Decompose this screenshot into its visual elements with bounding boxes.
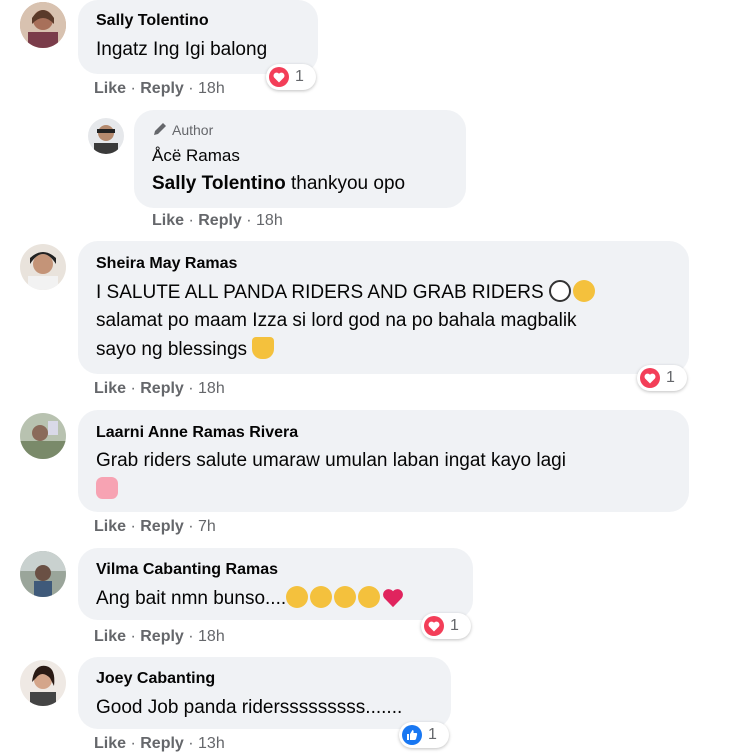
reply-button[interactable]: Reply [140, 518, 184, 535]
like-button[interactable]: Like [94, 80, 126, 97]
timestamp[interactable]: 18h [256, 212, 283, 229]
comment-bubble: Sheira May Ramas I SALUTE ALL PANDA RIDE… [78, 241, 689, 374]
timestamp[interactable]: 18h [198, 80, 225, 97]
commenter-name[interactable]: Åcë Ramas [152, 146, 240, 166]
reply-button[interactable]: Reply [198, 212, 242, 229]
like-button[interactable]: Like [94, 628, 126, 645]
commenter-name[interactable]: Sally Tolentino [96, 12, 209, 30]
comment-text: sayo ng blessings [96, 336, 276, 364]
like-button[interactable]: Like [94, 380, 126, 397]
reply-button[interactable]: Reply [140, 628, 184, 645]
comment-actions: Like · Reply · 18h [94, 80, 225, 97]
like-button[interactable]: Like [94, 735, 126, 752]
heart-icon [640, 368, 660, 388]
reaction-count: 1 [666, 369, 675, 386]
comment-text: Ang bait nmn bunso.... [96, 585, 404, 617]
smiling-face-emoji-icon [286, 586, 309, 608]
folded-hands-emoji-icon [252, 337, 275, 359]
comment-bubble: Laarni Anne Ramas Rivera Grab riders sal… [78, 410, 689, 512]
comment-actions: Like · Reply · 13h [94, 735, 225, 752]
comment-actions: Like · Reply · 18h [152, 212, 283, 229]
mention-link[interactable]: Sally Tolentino [152, 173, 286, 194]
comment-text: I SALUTE ALL PANDA RIDERS AND GRAB RIDER… [96, 279, 597, 307]
timestamp[interactable]: 13h [198, 735, 225, 752]
smiling-hearts-emoji-icon [358, 586, 381, 608]
timestamp[interactable]: 7h [198, 518, 216, 535]
kissing-face-emoji-icon [310, 586, 333, 608]
avatar[interactable] [20, 551, 66, 597]
thumbs-up-icon [402, 725, 422, 745]
avatar[interactable] [20, 2, 66, 48]
avatar[interactable] [20, 413, 66, 459]
comment-bubble: Joey Cabanting Good Job panda ridersssss… [78, 657, 451, 729]
reply-button[interactable]: Reply [140, 80, 184, 97]
comment-bubble: Vilma Cabanting Ramas Ang bait nmn bunso… [78, 548, 473, 620]
commenter-name[interactable]: Laarni Anne Ramas Rivera [96, 424, 298, 442]
comment-actions: Like · Reply · 18h [94, 628, 225, 645]
commenter-name[interactable]: Sheira May Ramas [96, 255, 237, 273]
comment-text: Good Job panda ridersssssssss....... [96, 697, 403, 718]
avatar[interactable] [88, 118, 124, 154]
reply-button[interactable]: Reply [140, 735, 184, 752]
hearts-emoji-icon [96, 477, 118, 499]
reply-button[interactable]: Reply [140, 380, 184, 397]
pencil-icon [152, 121, 168, 140]
comment-bubble: Sally Tolentino Ingatz Ing Igi balong [78, 0, 318, 74]
reaction-count: 1 [450, 617, 459, 634]
avatar[interactable] [20, 244, 66, 290]
reaction-summary[interactable]: 1 [399, 722, 449, 748]
reaction-summary[interactable]: 1 [266, 64, 316, 90]
comment-text: salamat po maam Izza si lord god na po b… [96, 310, 577, 331]
timestamp[interactable]: 18h [198, 628, 225, 645]
comment-text: Ingatz Ing Igi balong [96, 39, 268, 60]
like-button[interactable]: Like [94, 518, 126, 535]
heart-icon [269, 67, 289, 87]
flexed-biceps-emoji-icon [572, 280, 595, 302]
like-button[interactable]: Like [152, 212, 184, 229]
comment-actions: Like · Reply · 7h [94, 518, 216, 535]
comment-text: Grab riders salute umaraw umulan laban i… [96, 450, 566, 471]
comment-actions: Like · Reply · 18h [94, 380, 225, 397]
red-heart-emoji-icon [382, 588, 404, 617]
timestamp[interactable]: 18h [198, 380, 225, 397]
comment-bubble: Author Åcë Ramas Sally Tolentino thankyo… [134, 110, 466, 208]
avatar[interactable] [20, 660, 66, 706]
commenter-name[interactable]: Joey Cabanting [96, 670, 215, 688]
reaction-summary[interactable]: 1 [637, 365, 687, 391]
reaction-count: 1 [295, 68, 304, 85]
heart-eyes-emoji-icon [334, 586, 357, 608]
comment-text: Sally Tolentino thankyou opo [152, 173, 406, 194]
author-badge: Author [152, 121, 213, 140]
heart-icon [424, 616, 444, 636]
reaction-summary[interactable]: 1 [421, 613, 471, 639]
reaction-count: 1 [428, 726, 437, 743]
commenter-name[interactable]: Vilma Cabanting Ramas [96, 561, 278, 579]
panda-emoji-icon [548, 280, 571, 302]
